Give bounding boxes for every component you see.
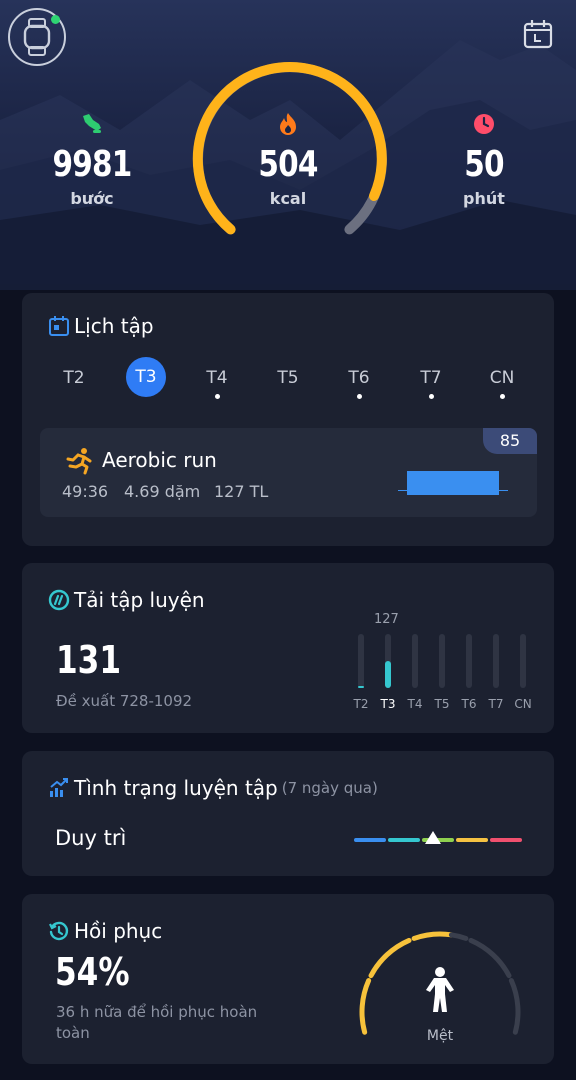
flame-icon	[218, 112, 358, 138]
workout-load: 127 TL	[214, 482, 269, 501]
recovery-card-title: Hồi phục	[48, 919, 162, 943]
day-tab-t2[interactable]: T2	[54, 368, 94, 388]
status-scale-segment	[388, 838, 420, 842]
day-label: T6	[348, 368, 370, 388]
status-scale-segment	[490, 838, 522, 842]
day-tab-t7[interactable]: T7	[411, 368, 451, 399]
workout-score-badge: 85	[483, 428, 537, 454]
day-tab-t5[interactable]: T5	[268, 368, 308, 388]
status-scale-segment	[456, 838, 488, 842]
workout-planned-dot	[428, 394, 434, 399]
recovery-state: Mệt	[426, 1028, 454, 1044]
minutes-unit: phút	[463, 189, 505, 208]
clock-icon	[414, 112, 554, 138]
load-bar-label: T7	[488, 697, 504, 711]
workout-entry[interactable]: 85 Aerobic run 49:36 4.69 dặm 127 TL	[40, 428, 537, 517]
load-bar-label: T6	[461, 697, 477, 711]
load-bar-t5	[439, 634, 445, 688]
workout-planned-dot	[214, 394, 220, 399]
training-load-card-title: Tải tập luyện	[48, 588, 205, 612]
minutes-stat[interactable]: 50 phút	[414, 112, 554, 208]
recovery-clock-icon	[48, 920, 70, 942]
training-status-card-title: Tình trạng luyện tập (7 ngày qua)	[48, 776, 378, 800]
day-label: T2	[63, 368, 85, 388]
load-bar-t3	[385, 634, 391, 688]
workout-planned-dot	[356, 394, 362, 399]
day-label: T3	[135, 367, 157, 387]
shoe-icon	[22, 112, 162, 138]
workout-distance: 4.69 dặm	[124, 482, 201, 501]
calendar-check-icon	[48, 315, 70, 337]
recovery-description: 36 h nữa để hồi phục hoàn toàn	[56, 1003, 258, 1042]
minutes-value: 50	[464, 144, 504, 185]
load-bar-label: T3	[380, 697, 396, 711]
day-tab-t3[interactable]: T3	[126, 357, 166, 397]
training-status-value: Duy trì	[55, 826, 127, 850]
workout-name: Aerobic run	[102, 448, 217, 472]
day-label: T7	[420, 368, 442, 388]
recovery-value: 54%	[55, 950, 130, 994]
steps-stat[interactable]: 9981 bước	[22, 112, 162, 208]
day-tab-t6[interactable]: T6	[339, 368, 379, 399]
training-load-value: 131	[56, 638, 122, 682]
steps-value: 9981	[52, 144, 133, 185]
training-status-card[interactable]	[22, 751, 554, 876]
workout-intensity-bar	[407, 471, 499, 495]
calories-stat[interactable]: 504 kcal	[218, 112, 358, 208]
load-bar-t6	[466, 634, 472, 688]
load-bar-t2	[358, 634, 364, 688]
load-bar-label: T5	[434, 697, 450, 711]
day-tab-cn[interactable]: CN	[482, 368, 522, 399]
recovery-title: Hồi phục	[74, 919, 163, 943]
load-bar-label: CN	[514, 697, 532, 711]
steps-unit: bước	[70, 189, 114, 208]
workout-duration: 49:36	[62, 482, 109, 501]
running-icon	[64, 447, 94, 479]
load-bar-label: T2	[353, 697, 369, 711]
calories-value: 504	[258, 144, 318, 185]
day-label: T4	[206, 368, 228, 388]
status-scale-segment	[354, 838, 386, 842]
load-bar-fill	[358, 686, 364, 688]
trend-chart-icon	[48, 777, 70, 799]
training-load-recommendation: Đề xuất 728-1092	[56, 692, 193, 710]
training-load-title: Tải tập luyện	[74, 588, 205, 612]
day-label: T5	[277, 368, 299, 388]
load-bar-t7	[493, 634, 499, 688]
load-gauge-icon	[48, 589, 70, 611]
schedule-card-title: Lịch tập	[48, 314, 154, 338]
status-marker	[424, 831, 441, 844]
day-tab-t4[interactable]: T4	[197, 368, 237, 399]
training-status-title: Tình trạng luyện tập	[74, 776, 278, 800]
load-bar-cn	[520, 634, 526, 688]
training-load-peak-label: 127	[374, 612, 399, 627]
day-label: CN	[489, 368, 515, 388]
load-bar-t4	[412, 634, 418, 688]
load-bar-fill	[385, 661, 391, 688]
load-bar-label: T4	[407, 697, 423, 711]
calories-unit: kcal	[269, 189, 307, 208]
training-status-period: (7 ngày qua)	[281, 779, 378, 797]
workout-planned-dot	[499, 394, 505, 399]
schedule-title: Lịch tập	[74, 314, 154, 338]
